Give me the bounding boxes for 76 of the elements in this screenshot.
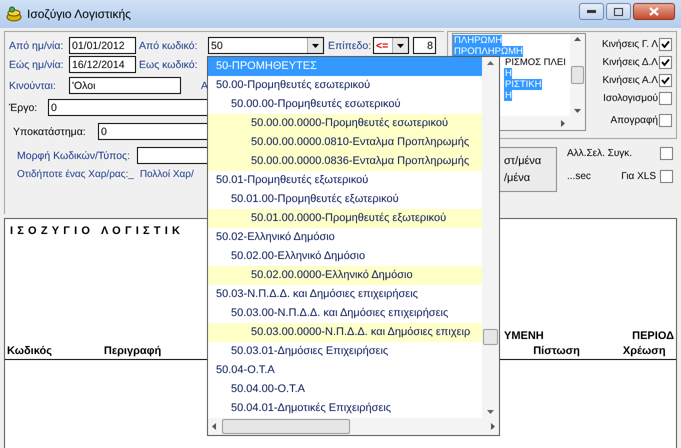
caret-icon	[397, 44, 404, 48]
dropdown-item[interactable]: 50.00.00.0000.0810-Ενταλμα Προπληρωμής	[208, 133, 482, 152]
dropdown-item[interactable]: 50.02.00.0000-Ελληνικό Δημόσιο	[208, 266, 482, 285]
checkbox-label: Ισολογισμού	[603, 92, 658, 104]
column-header: Κωδικός	[7, 345, 52, 357]
dropdown-item[interactable]: 50.00.00.0000.0836-Ενταλμα Προπληρωμής	[208, 152, 482, 171]
code-combobox[interactable]: 50	[208, 37, 324, 54]
column-group-header: ΠΕΡΙΟΔ	[632, 330, 674, 342]
dropdown-item[interactable]: 50.04.01-Δημοτικές Επιχειρήσεις	[208, 399, 482, 418]
date-field[interactable]: 01/01/2012	[69, 37, 136, 54]
maximize-button[interactable]	[606, 3, 631, 20]
list-item[interactable]: ΡΙΣΜΟΣ ΠΛΕΙ	[504, 57, 566, 68]
dropdown-item[interactable]: 50.01.00-Προμηθευτές εξωτερικού	[208, 190, 482, 209]
timer-text: ...sec	[567, 171, 591, 182]
checkbox-label: Κινήσεις Α.Λ	[602, 74, 658, 86]
hint-text: Πολλοί Χαρ/	[140, 169, 194, 180]
scroll-left-icon[interactable]	[212, 423, 216, 430]
app-icon	[6, 6, 22, 22]
date-field[interactable]: 16/12/2014	[69, 56, 136, 73]
checkbox[interactable]	[660, 170, 673, 183]
field-label: Μορφή Κωδικών/Τύπος:	[16, 150, 132, 162]
checkbox[interactable]	[659, 92, 672, 104]
checkbox-label: Αλλ.Σελ. Συγκ.	[567, 148, 632, 159]
checkbox-label: Απογραφή	[610, 114, 658, 126]
maximize-icon	[614, 8, 623, 16]
close-icon	[649, 7, 659, 16]
checkbox[interactable]	[660, 147, 673, 160]
scrollbar-thumb[interactable]	[483, 329, 498, 345]
scrollbar-thumb[interactable]	[571, 66, 584, 84]
dropdown-item[interactable]: 50.04.00-Ο.Τ.Α	[208, 380, 482, 399]
column-header: Περιγραφή	[104, 345, 162, 357]
close-button[interactable]	[633, 3, 675, 20]
scroll-right-icon[interactable]	[491, 423, 495, 430]
report-title: ΙΣΟΖΥΓΙΟ ΛΟΓΙΣΤΙΚ	[10, 225, 184, 237]
column-header: Χρέωση	[622, 345, 666, 357]
scroll-right-icon[interactable]	[561, 120, 565, 126]
level-field[interactable]: 8	[413, 37, 436, 54]
dropdown-item[interactable]: 50.03-Ν.Π.Δ.Δ. και Δημόσιες επιχειρήσεις	[208, 285, 482, 304]
scroll-up-icon[interactable]	[574, 37, 581, 41]
column-group-header: ΥΜΕΝΗ	[504, 330, 544, 342]
operator-combobox[interactable]: <=	[373, 37, 409, 54]
scroll-down-icon[interactable]	[487, 410, 494, 414]
scrollbar-thumb[interactable]	[222, 419, 350, 434]
dropdown-item[interactable]: 50.00.00.0000-Προμηθευτές εσωτερικού	[208, 114, 482, 133]
checkbox[interactable]	[659, 38, 672, 50]
checkbox-label: Για XLS	[621, 171, 656, 182]
dropdown-item[interactable]: 50.04-Ο.Τ.Α	[208, 361, 482, 380]
dropdown-item[interactable]: 50.02-Ελληνικό Δημόσιο	[208, 228, 482, 247]
dropdown-item[interactable]: 50.02.00-Ελληνικό Δημόσιο	[208, 247, 482, 266]
column-header: Πίστωση	[533, 345, 580, 357]
field-label: Κινούνται:	[9, 80, 57, 92]
window-title: Ισοζύγιο Λογιστικής	[27, 7, 132, 21]
dropdown-item[interactable]: 50.01-Προμηθευτές εξωτερικού	[208, 171, 482, 190]
field-label: Επίπεδο:	[328, 40, 372, 52]
field-label: Από ημ/νία:	[9, 40, 64, 52]
dropdown-item[interactable]: 50.01.00.0000-Προμηθευτές εξωτερικού	[208, 209, 482, 228]
dropdown-item[interactable]: 50.03.00.0000-Ν.Π.Δ.Δ. και Δημόσιες επιχειρ	[208, 323, 482, 342]
field-label: Υποκατάστημα:	[12, 126, 87, 138]
field-label: Από κωδικό:	[139, 40, 198, 52]
checkbox-label: Κινήσεις Γ. Λ	[602, 38, 658, 50]
dropdown-item[interactable]: 50.03.00-Ν.Π.Δ.Δ. και Δημόσιες επιχειρήσεις	[208, 304, 482, 323]
checkbox[interactable]	[659, 56, 672, 68]
scroll-down-icon[interactable]	[574, 109, 581, 113]
checkbox[interactable]	[659, 74, 672, 86]
hint-text: Οτιδήποτε ένας Χαρ/ρας:_	[17, 169, 134, 180]
minimize-button[interactable]	[579, 3, 604, 20]
scroll-up-icon[interactable]	[487, 61, 494, 65]
minimize-icon	[587, 10, 596, 13]
dropdown-item[interactable]: 50.03.01-Δημόσιες Επιχειρήσεις	[208, 342, 482, 361]
field-label: Εώς ημ/νία:	[9, 58, 65, 70]
checkbox-label: Κινήσεις Δ.Λ	[602, 56, 658, 68]
movement-field[interactable]: 'Ολοι	[69, 77, 181, 94]
field-label: Εως κωδικό:	[139, 58, 198, 70]
checkbox[interactable]	[659, 114, 672, 126]
field-label: Έργο:	[9, 102, 38, 114]
caret-icon	[312, 44, 319, 48]
